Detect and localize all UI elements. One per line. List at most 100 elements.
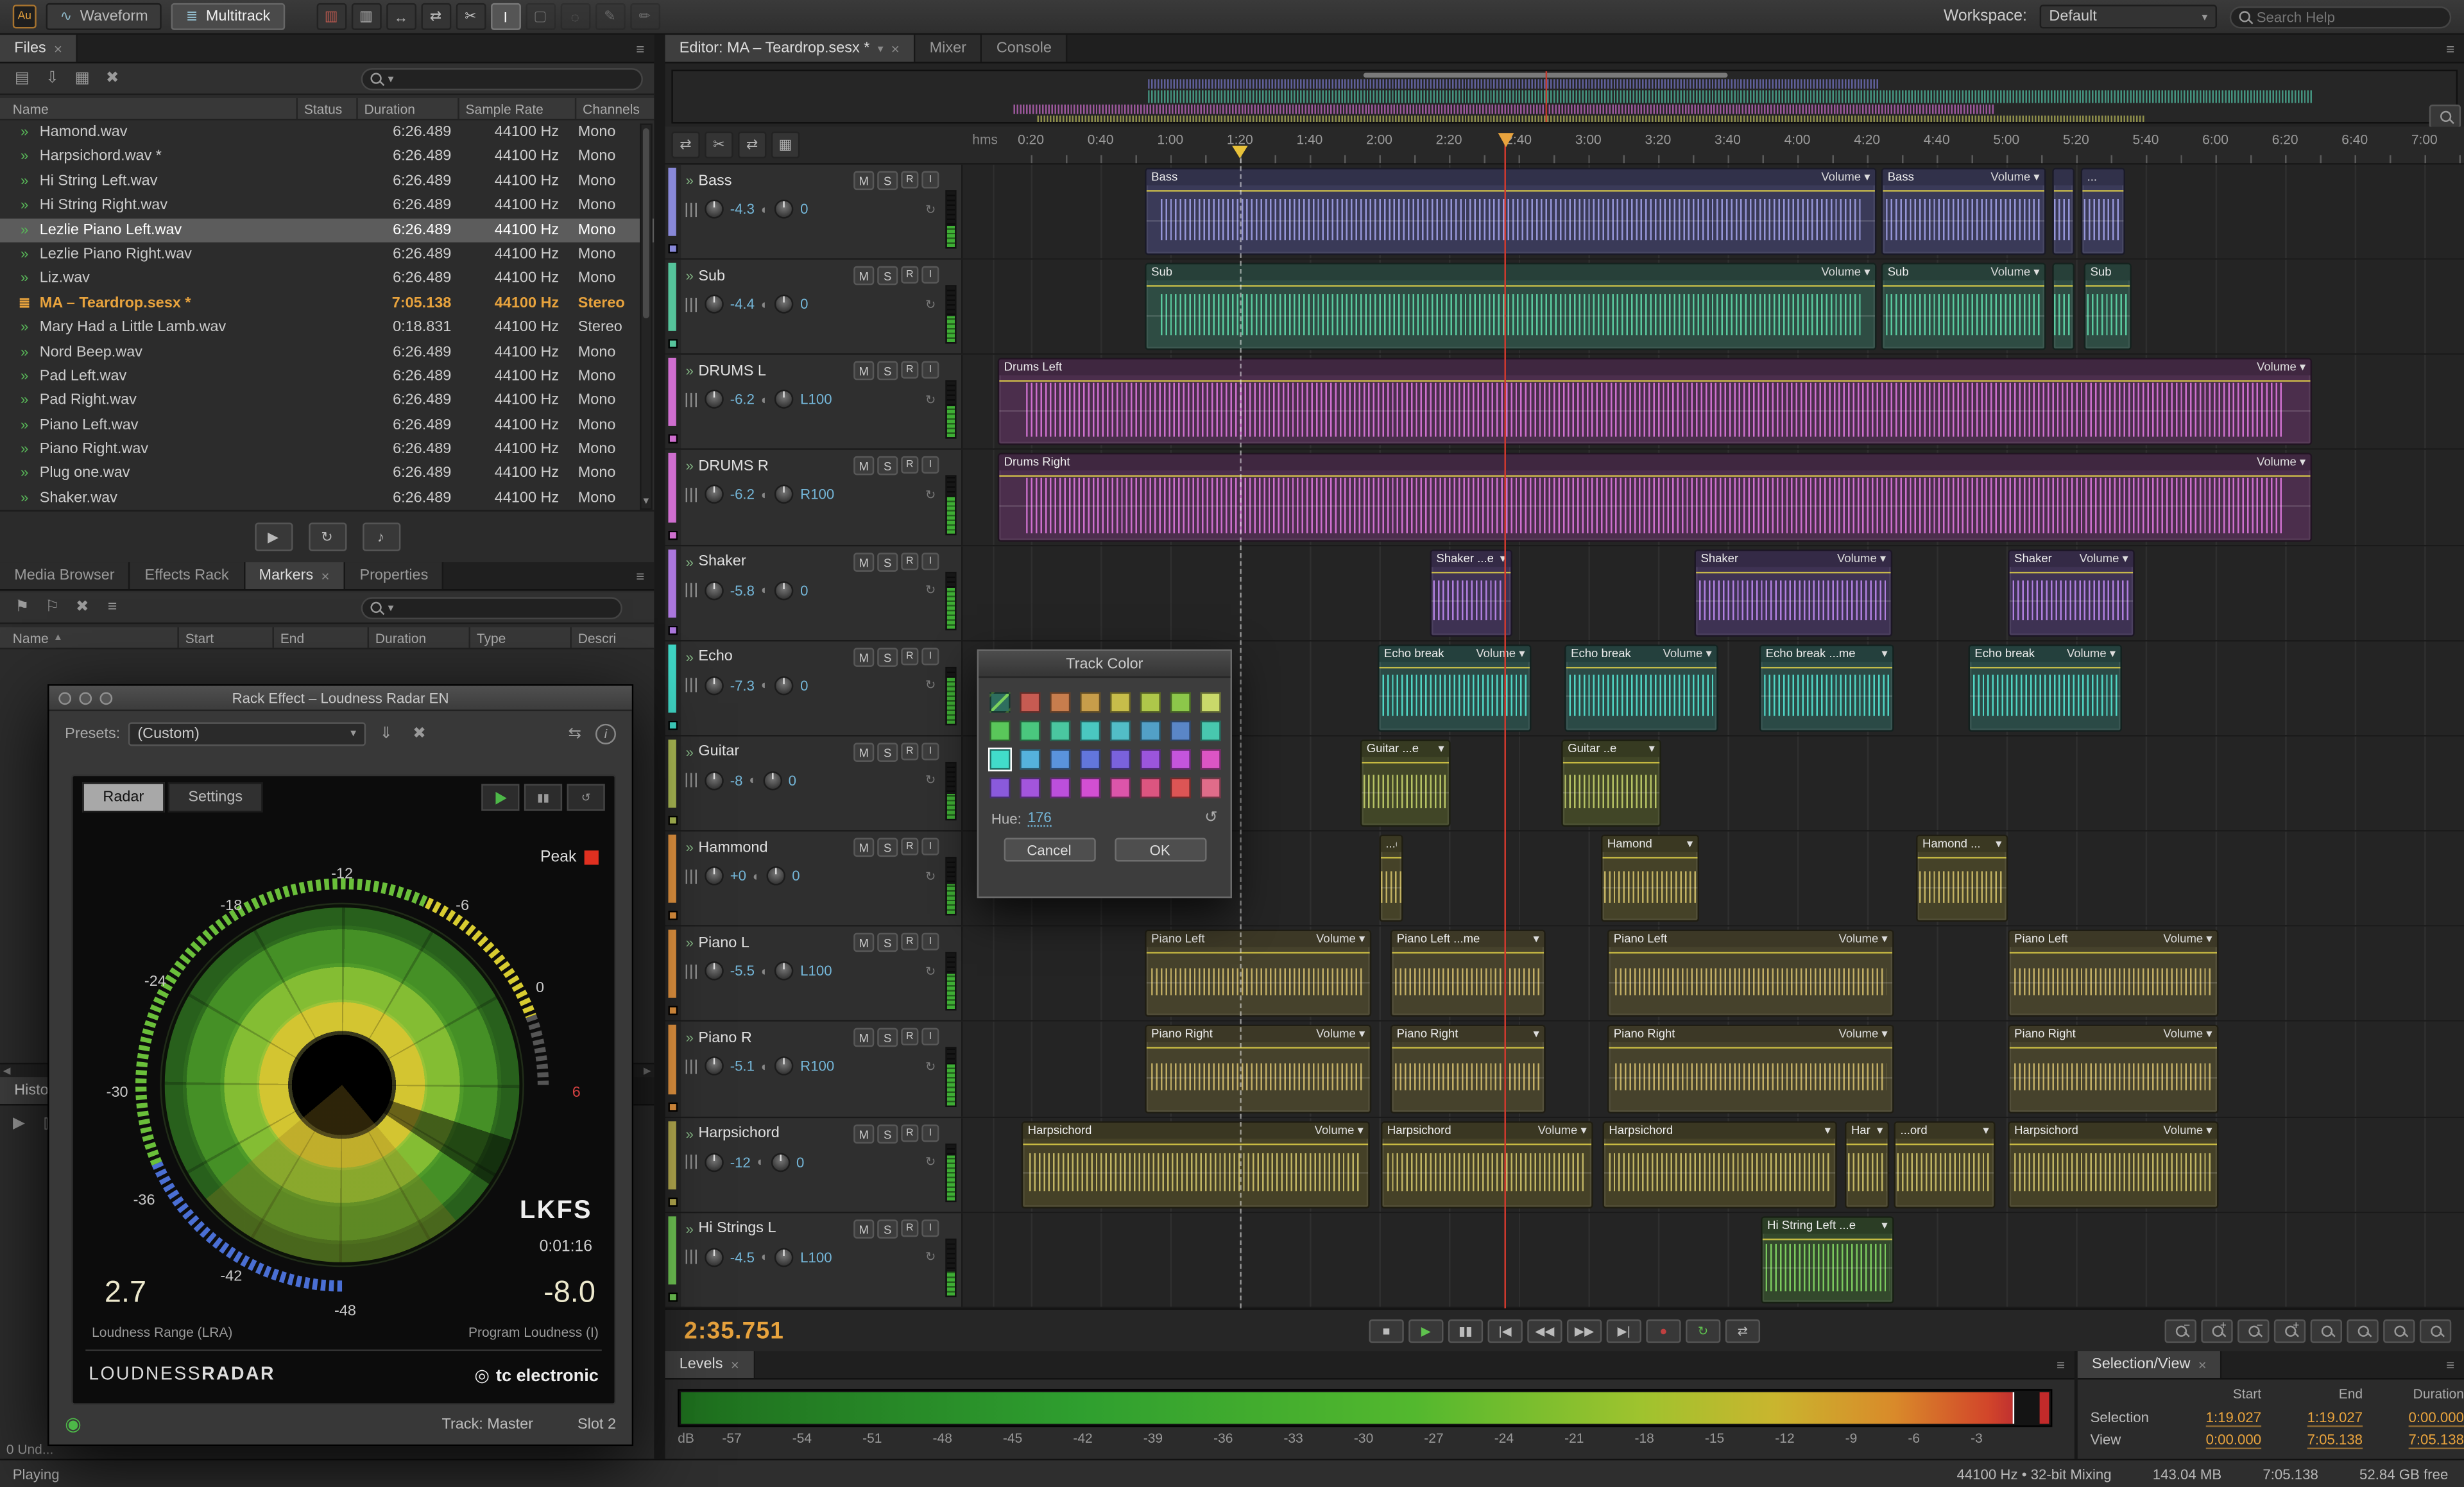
- volume-envelope[interactable]: [2009, 952, 2218, 954]
- pan-knob[interactable]: [766, 866, 786, 886]
- clip-header[interactable]: Shaker Volume ▾: [1696, 550, 1891, 567]
- audio-clip[interactable]: ...: [2080, 168, 2125, 255]
- color-swatch[interactable]: [1140, 720, 1161, 741]
- mute-button[interactable]: M: [853, 1124, 875, 1143]
- color-swatch[interactable]: [1020, 720, 1041, 741]
- arm-record-button[interactable]: R: [901, 743, 919, 761]
- clip-header[interactable]: [2053, 169, 2073, 185]
- pan-knob[interactable]: [774, 961, 794, 981]
- clip-header[interactable]: Piano Right Volume ▾: [1146, 1027, 1370, 1043]
- time-value[interactable]: 7:05.138: [2363, 1431, 2464, 1450]
- skip-selection-button[interactable]: ⇄: [1725, 1318, 1761, 1343]
- volume-value[interactable]: -4.5: [730, 1249, 755, 1265]
- automation-icon[interactable]: ↻: [925, 773, 936, 787]
- arm-record-button[interactable]: R: [901, 456, 919, 475]
- pan-value[interactable]: 0: [800, 297, 808, 313]
- tab-levels[interactable]: Levels ×: [665, 1351, 755, 1379]
- track-color-strip[interactable]: [665, 1022, 681, 1116]
- clip-volume-label[interactable]: Volume ▾: [1316, 932, 1365, 948]
- pan-value[interactable]: 0: [800, 582, 808, 598]
- help-search-field[interactable]: [2229, 5, 2452, 28]
- volume-envelope[interactable]: [1970, 666, 2121, 668]
- column-header-channels[interactable]: Channels: [574, 98, 654, 119]
- color-swatch[interactable]: [1200, 777, 1221, 798]
- waveform-mode-button[interactable]: ∿ Waveform: [46, 3, 162, 30]
- solo-button[interactable]: S: [877, 838, 898, 857]
- audio-clip[interactable]: Sub Volume ▾: [1881, 263, 2046, 351]
- clip-volume-label[interactable]: ▾: [1825, 1122, 1831, 1139]
- color-swatch[interactable]: [1080, 692, 1101, 713]
- volume-envelope[interactable]: [1146, 285, 1875, 288]
- column-header-name[interactable]: Name ▲: [0, 627, 177, 648]
- clip-volume-label[interactable]: Volume ▾: [1837, 551, 1886, 567]
- clip-volume-label[interactable]: ▾: [1877, 1122, 1883, 1139]
- track-header[interactable]: » Bass M S R I -4.3 ◐ 0 ↻: [665, 164, 963, 259]
- zoom-full-button[interactable]: [2419, 1318, 2452, 1343]
- audio-clip[interactable]: Echo break Volume ▾: [1378, 644, 1532, 732]
- audio-clip[interactable]: Sub Volume ▾: [1145, 263, 1877, 351]
- solo-button[interactable]: S: [877, 171, 898, 191]
- automation-icon[interactable]: ↻: [925, 202, 936, 216]
- audio-clip[interactable]: Shaker Volume ▾: [2008, 549, 2135, 637]
- track-color-strip[interactable]: [665, 736, 681, 830]
- preset-select[interactable]: (Custom) ▾: [128, 721, 366, 746]
- color-swatch[interactable]: [1109, 777, 1131, 798]
- automation-icon[interactable]: ↻: [925, 297, 936, 311]
- clip-header[interactable]: Guitar ...e ▾: [1362, 741, 1450, 757]
- pan-value[interactable]: 0: [796, 1154, 804, 1170]
- clip-header[interactable]: Hamond ... ▾: [1917, 836, 2006, 852]
- files-column-header[interactable]: Name Status Duration Sample Rate Channels: [0, 98, 654, 121]
- color-swatch[interactable]: [1170, 749, 1191, 770]
- paintbrush-selection-tool[interactable]: ✎: [595, 3, 626, 30]
- fast-forward-button[interactable]: ▶▶: [1566, 1318, 1602, 1343]
- track-name[interactable]: Bass: [698, 172, 848, 189]
- volume-envelope[interactable]: [1382, 1142, 1592, 1145]
- solo-button[interactable]: S: [877, 552, 898, 571]
- volume-envelope[interactable]: [2053, 190, 2073, 192]
- solo-button[interactable]: S: [877, 456, 898, 476]
- solo-button[interactable]: S: [877, 361, 898, 381]
- volume-knob[interactable]: [705, 390, 724, 409]
- volume-envelope[interactable]: [2009, 1142, 2218, 1145]
- audio-clip[interactable]: Guitar ..e ▾: [1561, 739, 1661, 827]
- volume-envelope[interactable]: [2082, 190, 2124, 192]
- clip-volume-label[interactable]: Volume ▾: [1990, 169, 2039, 185]
- clip-volume-label[interactable]: Volume ▾: [1663, 646, 1712, 662]
- pan-knob[interactable]: [774, 580, 794, 600]
- volume-envelope[interactable]: [1895, 1142, 1994, 1145]
- track-lane[interactable]: Hi String Left ...e ▾: [963, 1212, 2464, 1307]
- automation-icon[interactable]: ↻: [925, 1060, 936, 1074]
- color-swatch[interactable]: [1080, 777, 1101, 798]
- automation-icon[interactable]: ↻: [925, 869, 936, 883]
- automation-icon[interactable]: ↻: [925, 488, 936, 502]
- clip-volume-label[interactable]: Volume ▾: [2067, 646, 2116, 662]
- pan-knob[interactable]: [771, 1152, 791, 1172]
- track-color-chip[interactable]: [668, 1006, 678, 1016]
- volume-knob[interactable]: [705, 485, 724, 504]
- clip-header[interactable]: Piano Left Volume ▾: [1609, 931, 1893, 948]
- move-tool[interactable]: ↔: [386, 3, 416, 30]
- track-lane[interactable]: Piano Left Volume ▾ Piano Left ...me ▾ Piano…: [963, 927, 2464, 1021]
- file-row[interactable]: » Pad Right.wav 6:26.489 44100 Hz Mono: [0, 388, 654, 413]
- file-row[interactable]: » Liz.wav 6:26.489 44100 Hz Mono: [0, 266, 654, 291]
- volume-knob[interactable]: [705, 676, 724, 695]
- preview-loop-button[interactable]: ↻: [308, 522, 346, 551]
- move-clips-icon[interactable]: ⇄: [671, 131, 700, 159]
- track-name[interactable]: Shaker: [698, 553, 848, 571]
- delete-preset-icon[interactable]: ✖: [407, 722, 432, 744]
- time-value[interactable]: 0:00.000: [2363, 1409, 2464, 1427]
- clip-header[interactable]: Guitar ..e ▾: [1562, 741, 1660, 757]
- clip-volume-label[interactable]: ▾: [1881, 646, 1887, 662]
- audio-clip[interactable]: Hamond ... ▾: [1916, 834, 2008, 922]
- color-swatch[interactable]: [1170, 777, 1191, 798]
- clip-volume-label[interactable]: Volume ▾: [2163, 1122, 2212, 1139]
- color-swatch[interactable]: [1050, 692, 1071, 713]
- pan-value[interactable]: 0: [800, 678, 808, 694]
- hue-value[interactable]: 176: [1027, 809, 1052, 827]
- routing-icon[interactable]: ⇆: [562, 722, 587, 744]
- skip-forward-button[interactable]: ▶|: [1606, 1318, 1641, 1343]
- time-value[interactable]: 1:19.027: [2160, 1409, 2261, 1427]
- track-color-strip[interactable]: [665, 546, 681, 640]
- clip-volume-label[interactable]: Volume ▾: [2080, 551, 2128, 567]
- file-row[interactable]: » Pad Left.wav 6:26.489 44100 Hz Mono: [0, 364, 654, 388]
